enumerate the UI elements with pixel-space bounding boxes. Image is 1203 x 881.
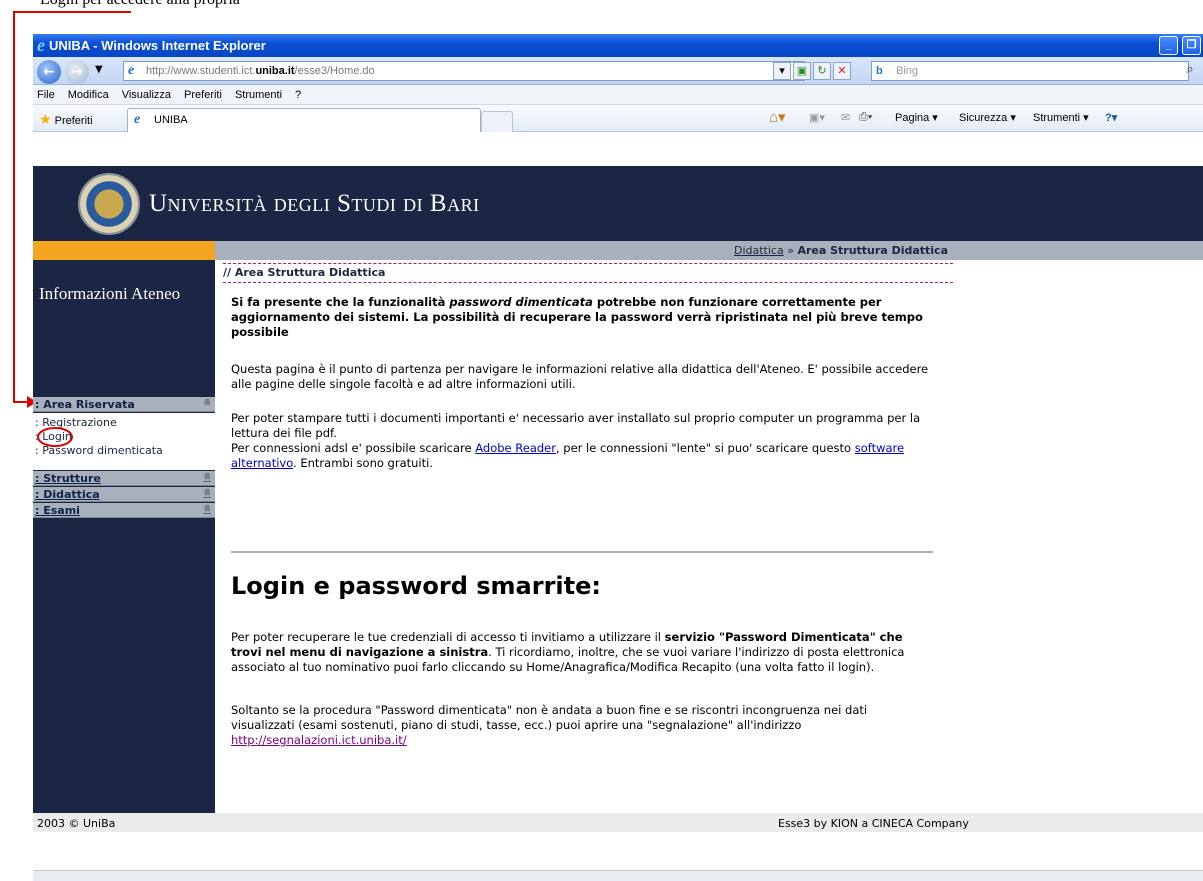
- stop-icon[interactable]: ✕: [833, 62, 851, 80]
- ie-logo-icon: e: [37, 35, 45, 55]
- favorites-button[interactable]: ★ Preferiti: [39, 111, 93, 128]
- browser-window: e UNIBA - Windows Internet Explorer _ ❐ …: [33, 34, 1203, 881]
- tab-ie-icon: e: [134, 112, 141, 127]
- orange-bar: [33, 241, 215, 260]
- recover-text: Per poter recuperare le tue credenziali …: [231, 630, 665, 644]
- breadcrumb-separator: »: [787, 244, 794, 257]
- pdf-text-4: . Entrambi sono gratuiti.: [293, 456, 433, 470]
- security-menu[interactable]: Sicurezza ▾: [959, 111, 1016, 124]
- minimize-button[interactable]: _: [1159, 36, 1178, 55]
- section-heading: Login e password smarrite:: [231, 572, 601, 600]
- menu-help[interactable]: ?: [295, 89, 301, 101]
- new-tab-button[interactable]: [481, 111, 513, 132]
- pdf-text: Per poter stampare tutti i documenti imp…: [231, 411, 921, 440]
- annotation-arrow-vertical: [13, 11, 15, 403]
- star-icon: ★: [39, 111, 52, 127]
- notice-text: Si fa presente che la funzionalità: [231, 295, 450, 309]
- adobe-reader-link[interactable]: Adobe Reader: [475, 441, 556, 455]
- refresh-icon[interactable]: ↻: [813, 62, 831, 80]
- sidebar-item-esami[interactable]: : Esami ≞: [33, 503, 215, 518]
- segnalazioni-link[interactable]: http://segnalazioni.ict.uniba.it/: [231, 733, 407, 747]
- forward-button[interactable]: →: [65, 60, 89, 84]
- page-title: // Area Struttura Didattica: [223, 263, 953, 283]
- sidebar-item-label: : Esami: [35, 504, 80, 517]
- tools-menu[interactable]: Strumenti ▾: [1033, 111, 1089, 124]
- expand-icon: ≞: [203, 473, 211, 483]
- collapse-icon: ≞: [203, 399, 211, 409]
- main-content: // Area Struttura Didattica Si fa presen…: [215, 260, 1203, 813]
- address-bar: ← → ▼ e http://www.studenti.ict.uniba.it…: [33, 57, 1203, 85]
- sidebar-item-strutture[interactable]: : Strutture ≞: [33, 471, 215, 486]
- url-input[interactable]: e http://www.studenti.ict.uniba.it/esse3…: [123, 61, 805, 81]
- search-input[interactable]: b Bing: [871, 61, 1189, 81]
- annotation-caption: Login per accedere alla propria: [40, 0, 310, 34]
- breadcrumb-current: Area Struttura Didattica: [797, 244, 948, 257]
- sidebar-item-didattica[interactable]: : Didattica ≞: [33, 487, 215, 502]
- sidebar-item-area-riservata[interactable]: : Area Riservata ≞: [33, 397, 215, 412]
- expand-icon: ≞: [203, 505, 211, 515]
- window-titlebar: e UNIBA - Windows Internet Explorer _ ❐: [33, 34, 1203, 57]
- favorites-bar: ★ Preferiti e UNIBA ⌂▾ ▣▾ ✉ ⎙▾ Pagina ▾ …: [33, 105, 1203, 132]
- sidebar-submenu: : Registrazione : Login : Password dimen…: [33, 413, 215, 470]
- university-banner: Università degli Studi di Bari: [33, 166, 1203, 241]
- sidebar-item-label: : Didattica: [35, 488, 100, 501]
- notice-italic: password dimenticata: [449, 295, 593, 309]
- tab-uniba[interactable]: e UNIBA: [127, 108, 481, 132]
- web-page: Università degli Studi di Bari Didattica…: [33, 166, 1203, 832]
- sidebar: Informazioni Ateneo : Area Riservata ≞ :…: [33, 260, 215, 813]
- annotation-arrow-top: [13, 11, 131, 13]
- back-button[interactable]: ←: [37, 60, 61, 84]
- maximize-button[interactable]: ❐: [1182, 36, 1201, 55]
- home-icon[interactable]: ⌂▾: [769, 108, 786, 126]
- search-placeholder: Bing: [896, 65, 919, 77]
- compatibility-view-icon[interactable]: ▣: [793, 62, 811, 80]
- url-dropdown-button[interactable]: ▾: [773, 62, 791, 80]
- url-domain: uniba.it: [255, 65, 295, 77]
- pdf-text-3: , per le connessioni "lente" si puo' sca…: [555, 441, 855, 455]
- breadcrumb-bar: Didattica » Area Struttura Didattica: [215, 241, 1203, 260]
- mail-icon[interactable]: ✉: [841, 111, 850, 124]
- menu-strumenti[interactable]: Strumenti: [235, 89, 282, 101]
- menu-visualizza[interactable]: Visualizza: [122, 89, 171, 101]
- intro-paragraph: Questa pagina è il punto di partenza per…: [231, 362, 929, 391]
- url-suffix: /esse3/Home.do: [294, 65, 375, 77]
- sidebar-item-label: : Area Riservata: [35, 398, 135, 411]
- feeds-icon[interactable]: ▣▾: [809, 111, 825, 124]
- expand-icon: ≞: [203, 489, 211, 499]
- menu-bar: File Modifica Visualizza Preferiti Strum…: [33, 85, 1203, 105]
- page-icon: e: [128, 63, 135, 78]
- window-title: UNIBA - Windows Internet Explorer: [49, 38, 266, 53]
- pdf-paragraph: Per poter stampare tutti i documenti imp…: [231, 411, 931, 471]
- print-icon[interactable]: ⎙▾: [859, 111, 872, 124]
- university-seal-icon: [78, 173, 140, 235]
- menu-preferiti[interactable]: Preferiti: [184, 89, 222, 101]
- tab-label: UNIBA: [154, 114, 188, 126]
- url-prefix: http://www.studenti.ict.: [146, 65, 256, 77]
- status-bar: [33, 870, 1203, 881]
- favorites-label: Preferiti: [54, 115, 93, 127]
- pdf-text-2: Per connessioni adsl e' possibile scaric…: [231, 441, 476, 455]
- sidebar-item-label: : Strutture: [35, 472, 101, 485]
- menu-modifica[interactable]: Modifica: [68, 89, 109, 101]
- sidebar-link-password-dimenticata[interactable]: : Password dimenticata: [35, 444, 163, 457]
- report-paragraph: Soltanto se la procedura "Password dimen…: [231, 703, 931, 748]
- history-dropdown-icon[interactable]: ▼: [95, 64, 103, 75]
- footer-credits: Esse3 by KION a CINECA Company: [778, 817, 969, 830]
- help-icon[interactable]: ?▾: [1105, 111, 1117, 124]
- footer-copyright: 2003 © UniBa: [37, 817, 116, 830]
- divider: [231, 551, 933, 553]
- breadcrumb: Didattica » Area Struttura Didattica: [33, 241, 1203, 260]
- page-footer: 2003 © UniBa Esse3 by KION a CINECA Comp…: [33, 813, 1203, 832]
- menu-file[interactable]: File: [37, 89, 55, 101]
- bing-icon: b: [876, 65, 883, 77]
- recover-paragraph: Per poter recuperare le tue credenziali …: [231, 630, 931, 675]
- page-menu[interactable]: Pagina ▾: [895, 111, 938, 124]
- notice-paragraph: Si fa presente che la funzionalità passw…: [231, 295, 931, 340]
- search-go-icon[interactable]: ⌕: [1181, 62, 1199, 80]
- report-text: Soltanto se la procedura "Password dimen…: [231, 703, 868, 732]
- banner-title: Università degli Studi di Bari: [149, 190, 480, 217]
- breadcrumb-link-didattica[interactable]: Didattica: [734, 244, 784, 257]
- sidebar-title: Informazioni Ateneo: [39, 284, 181, 303]
